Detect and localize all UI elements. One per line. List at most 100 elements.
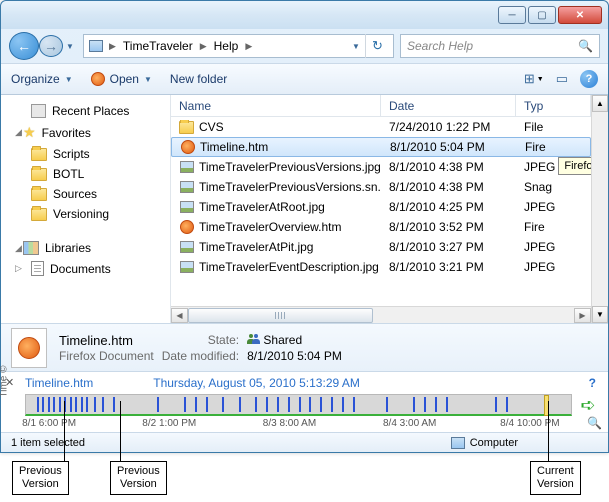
breadcrumb-separator[interactable]: ▶ bbox=[242, 41, 255, 52]
timeline-tick[interactable] bbox=[506, 397, 508, 412]
scroll-left-button[interactable]: ◀ bbox=[171, 308, 188, 323]
nav-folder-botl[interactable]: BOTL bbox=[1, 164, 170, 184]
timeline-tick[interactable] bbox=[102, 397, 104, 412]
timeline-tick[interactable] bbox=[86, 397, 88, 412]
breadcrumb-item[interactable]: Help bbox=[212, 39, 241, 53]
nav-documents[interactable]: ▷ Documents bbox=[1, 258, 170, 279]
timeline-tick[interactable] bbox=[239, 397, 241, 412]
file-row[interactable]: TimeTravelerOverview.htm8/1/2010 3:52 PM… bbox=[171, 217, 591, 237]
breadcrumb-item[interactable]: TimeTraveler bbox=[121, 39, 195, 53]
open-button[interactable]: Open▼ bbox=[91, 72, 152, 86]
new-folder-button[interactable]: New folder bbox=[170, 72, 227, 86]
timeline-bar[interactable] bbox=[25, 394, 572, 416]
view-options-button[interactable]: ⊞▼ bbox=[524, 71, 544, 87]
timeline-go-button[interactable]: ➪ bbox=[578, 395, 598, 415]
refresh-button[interactable]: ↻ bbox=[365, 34, 389, 58]
file-row[interactable]: CVS7/24/2010 1:22 PMFile bbox=[171, 117, 591, 137]
timeline-tick[interactable] bbox=[37, 397, 39, 412]
file-row[interactable]: TimeTravelerPreviousVersions.jpg8/1/2010… bbox=[171, 157, 591, 177]
nav-favorites[interactable]: ◢ ★ Favorites bbox=[1, 121, 170, 144]
scroll-down-button[interactable]: ▼ bbox=[592, 306, 608, 323]
file-row[interactable]: TimeTravelerPreviousVersions.sn...8/1/20… bbox=[171, 177, 591, 197]
close-button[interactable]: ✕ bbox=[558, 6, 602, 24]
titlebar[interactable]: ─ ▢ ✕ bbox=[1, 1, 608, 29]
column-type[interactable]: Typ bbox=[516, 95, 591, 116]
nav-libraries[interactable]: ◢ Libraries bbox=[1, 238, 170, 258]
nav-folder-sources[interactable]: Sources bbox=[1, 184, 170, 204]
file-row[interactable]: TimeTravelerEventDescription.jpg8/1/2010… bbox=[171, 257, 591, 277]
address-dropdown[interactable]: ▼ bbox=[349, 36, 363, 56]
scroll-thumb[interactable] bbox=[188, 308, 373, 323]
file-name: TimeTravelerPreviousVersions.jpg bbox=[199, 160, 381, 174]
preview-pane-button[interactable]: ▭ bbox=[556, 71, 568, 87]
minimize-button[interactable]: ─ bbox=[498, 6, 526, 24]
scroll-up-button[interactable]: ▲ bbox=[592, 95, 608, 112]
timeline-tick[interactable] bbox=[309, 397, 311, 412]
column-name[interactable]: Name bbox=[171, 95, 381, 116]
timeline-tick[interactable] bbox=[59, 397, 61, 412]
history-dropdown[interactable]: ▼ bbox=[63, 36, 77, 56]
timeline-tick[interactable] bbox=[42, 397, 44, 412]
timeline-zoom-button[interactable]: 🔍 bbox=[587, 416, 602, 430]
collapse-icon[interactable]: ◢ bbox=[15, 243, 22, 254]
timeline-tick[interactable] bbox=[446, 397, 448, 412]
timeline-tick[interactable] bbox=[255, 397, 257, 412]
file-list[interactable]: Firefox D CVS7/24/2010 1:22 PMFileTimeli… bbox=[171, 117, 591, 306]
forward-button[interactable]: → bbox=[39, 35, 63, 57]
timeline-tick[interactable] bbox=[94, 397, 96, 412]
timeline-help-button[interactable]: ? bbox=[589, 376, 596, 390]
timeline-tick[interactable] bbox=[413, 397, 415, 412]
expand-icon[interactable]: ▷ bbox=[15, 263, 22, 274]
column-date[interactable]: Date bbox=[381, 95, 516, 116]
scroll-track[interactable] bbox=[188, 308, 574, 323]
organize-button[interactable]: Organize▼ bbox=[11, 72, 73, 86]
status-bar: 1 item selected Computer bbox=[1, 432, 608, 452]
nav-folder-versioning[interactable]: Versioning bbox=[1, 204, 170, 224]
vertical-scrollbar[interactable]: ▲ ▼ bbox=[591, 95, 608, 323]
search-input[interactable]: Search Help 🔍 bbox=[400, 34, 600, 58]
breadcrumb-separator[interactable]: ▶ bbox=[197, 41, 210, 52]
timeline-tick[interactable] bbox=[342, 397, 344, 412]
details-modified-label: Date modified: bbox=[162, 349, 239, 363]
timeline-tick[interactable] bbox=[206, 397, 208, 412]
maximize-button[interactable]: ▢ bbox=[528, 6, 556, 24]
timeline-tick[interactable] bbox=[277, 397, 279, 412]
timeline-tick[interactable] bbox=[53, 397, 55, 412]
timeline-pane: ✕ Time © Timeline.htm Thursday, August 0… bbox=[1, 371, 608, 432]
image-icon bbox=[180, 201, 194, 213]
file-type: JPEG bbox=[516, 260, 591, 274]
file-row[interactable]: Timeline.htm8/1/2010 5:04 PMFire bbox=[171, 137, 591, 157]
timeline-tick[interactable] bbox=[113, 397, 115, 412]
timeline-tick[interactable] bbox=[435, 397, 437, 412]
timeline-tick[interactable] bbox=[222, 397, 224, 412]
timeline-tick[interactable] bbox=[157, 397, 159, 412]
timeline-tick[interactable] bbox=[75, 397, 77, 412]
timeline-tick[interactable] bbox=[320, 397, 322, 412]
search-icon[interactable]: 🔍 bbox=[578, 39, 593, 53]
timeline-tick[interactable] bbox=[299, 397, 301, 412]
back-button[interactable]: ← bbox=[9, 32, 39, 60]
status-location[interactable]: Computer bbox=[451, 437, 518, 449]
timeline-tick[interactable] bbox=[184, 397, 186, 412]
timeline-tick[interactable] bbox=[195, 397, 197, 412]
timeline-tick[interactable] bbox=[48, 397, 50, 412]
timeline-tick[interactable] bbox=[288, 397, 290, 412]
address-bar[interactable]: ▶ TimeTraveler ▶ Help ▶ ▼ ↻ bbox=[83, 34, 394, 58]
timeline-tick[interactable] bbox=[353, 397, 355, 412]
collapse-icon[interactable]: ◢ bbox=[15, 127, 22, 138]
help-button[interactable]: ? bbox=[580, 70, 598, 88]
timeline-tick[interactable] bbox=[266, 397, 268, 412]
nav-recent-places[interactable]: Recent Places bbox=[1, 101, 170, 121]
file-row[interactable]: TimeTravelerAtRoot.jpg8/1/2010 4:25 PMJP… bbox=[171, 197, 591, 217]
horizontal-scrollbar[interactable]: ◀ ▶ bbox=[171, 306, 591, 323]
scroll-right-button[interactable]: ▶ bbox=[574, 308, 591, 323]
timeline-tick[interactable] bbox=[386, 397, 388, 412]
breadcrumb-separator[interactable]: ▶ bbox=[106, 41, 119, 52]
timeline-tick[interactable] bbox=[495, 397, 497, 412]
file-row[interactable]: TimeTravelerAtPit.jpg8/1/2010 3:27 PMJPE… bbox=[171, 237, 591, 257]
timeline-tick[interactable] bbox=[70, 397, 72, 412]
timeline-tick[interactable] bbox=[81, 397, 83, 412]
timeline-tick[interactable] bbox=[331, 397, 333, 412]
timeline-tick[interactable] bbox=[424, 397, 426, 412]
nav-folder-scripts[interactable]: Scripts bbox=[1, 144, 170, 164]
